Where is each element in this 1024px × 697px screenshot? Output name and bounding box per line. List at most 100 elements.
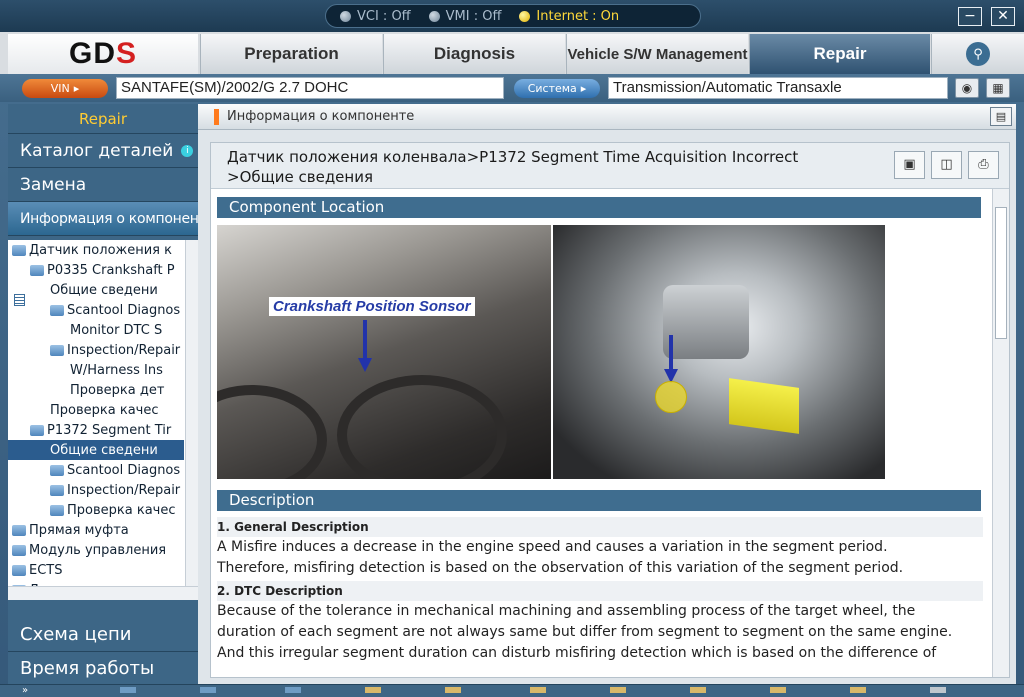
folder-icon xyxy=(30,264,44,276)
tree-item-label: P0335 Crankshaft P xyxy=(47,262,175,278)
section-description: Description xyxy=(217,490,981,511)
sidebar-item-label: Информация о компоненте xyxy=(20,210,215,227)
tree-item[interactable]: Monitor DTC S xyxy=(8,294,184,340)
vin-button[interactable]: VIN ▸ xyxy=(22,79,108,98)
folder-icon xyxy=(50,304,64,316)
gds-app-window: VCI : Off VMI : Off Internet : On − ✕ GD… xyxy=(0,0,1024,697)
tree-item[interactable]: Проверка качес xyxy=(8,294,184,420)
search-button[interactable]: ⚲ xyxy=(931,34,1024,74)
sidebar-bottom-menu: Схема цепи Время работы xyxy=(8,618,198,686)
toolbar-slot-icon[interactable] xyxy=(530,687,546,693)
system-field[interactable]: Transmission/Automatic Transaxle xyxy=(608,77,948,99)
tree-item-label: Общие сведени xyxy=(50,282,158,298)
document-body: Component Location Crankshaft Position S… xyxy=(217,197,989,675)
sidebar-item-label: Время работы xyxy=(20,658,155,679)
tree-horizontal-scrollbar[interactable] xyxy=(8,586,198,600)
tree-item-label: Проверка качес xyxy=(50,402,159,418)
bottom-toolbar: » xyxy=(0,684,1024,697)
folder-icon xyxy=(12,564,26,576)
toolbar-slot-icon[interactable] xyxy=(445,687,461,693)
close-button[interactable]: ✕ xyxy=(991,7,1015,26)
component-photos: Crankshaft Position Sonsor xyxy=(217,225,885,479)
tree-item[interactable]: Scantool Diagnos xyxy=(8,300,184,320)
scrollbar-thumb[interactable] xyxy=(995,207,1007,339)
collapse-panel-button[interactable]: ▤ xyxy=(990,107,1012,126)
folder-icon xyxy=(12,544,26,556)
sidebar-item-label: Каталог деталей xyxy=(20,140,174,161)
internet-status: Internet : On xyxy=(519,9,619,24)
tree-item[interactable]: P0335 Crankshaft P xyxy=(8,260,184,280)
toolbar-slot-icon[interactable] xyxy=(850,687,866,693)
sensor-closeup-photo: Crankshaft Position Sonsor xyxy=(217,225,551,479)
tree-item[interactable]: Inspection/Repair xyxy=(8,340,184,360)
general-description-text-2: Therefore, misfiring detection is based … xyxy=(217,560,904,576)
tree-item[interactable]: Scantool Diagnos xyxy=(8,460,184,480)
toolbar-slot-icon[interactable] xyxy=(770,687,786,693)
sidebar-item-component-info[interactable]: Информация о компоненте ▶ xyxy=(8,202,231,236)
toolbar-slot-icon[interactable] xyxy=(610,687,626,693)
arrow-right-icon: ▸ xyxy=(73,82,80,95)
tree-item-label: Scantool Diagnos xyxy=(67,462,181,478)
dtc-description-text-3: And this irregular segment duration can … xyxy=(217,645,937,661)
camera-icon[interactable]: ◉ xyxy=(955,78,979,98)
vmi-indicator-icon xyxy=(428,10,440,22)
tree-item[interactable]: W/Harness Ins xyxy=(8,294,184,380)
system-button[interactable]: Система ▸ xyxy=(514,79,600,98)
toolbar-slot-icon[interactable] xyxy=(365,687,381,693)
photo-hose xyxy=(217,385,327,479)
document-vertical-scrollbar[interactable] xyxy=(992,189,1009,677)
document-toolbar: ▣ ◫ ⎙ xyxy=(894,151,999,179)
breadcrumb: Датчик положения коленвала>P1372 Segment… xyxy=(211,143,1009,189)
minimize-button[interactable]: − xyxy=(958,7,982,26)
fit-window-icon[interactable]: ▣ xyxy=(894,151,925,179)
tree-item[interactable]: Модуль управления xyxy=(8,540,184,560)
sidebar-item-parts-catalog[interactable]: Каталог деталей i xyxy=(8,134,198,168)
tree-item[interactable]: ECTS xyxy=(8,560,184,580)
expand-icon[interactable]: » xyxy=(22,685,28,697)
toolbar-slot-icon[interactable] xyxy=(285,687,301,693)
tab-vehicle-sw-management[interactable]: Vehicle S/W Management xyxy=(566,34,748,74)
toolbar-slot-icon[interactable] xyxy=(120,687,136,693)
logo-suffix: S xyxy=(115,37,137,70)
folder-icon xyxy=(12,524,26,536)
photo-battery xyxy=(729,378,799,434)
breadcrumb-line-1: Датчик положения коленвала>P1372 Segment… xyxy=(227,148,799,166)
tree-item-selected[interactable]: Общие сведени xyxy=(8,294,184,460)
tab-repair[interactable]: Repair xyxy=(749,34,930,74)
sidebar: Repair Каталог деталей i Замена Информац… xyxy=(8,104,231,686)
header-marker-icon xyxy=(214,108,219,125)
tab-diagnosis[interactable]: Diagnosis xyxy=(383,34,565,74)
sidebar-item-replacement[interactable]: Замена xyxy=(8,168,198,202)
tree-item[interactable]: Датчик положения к xyxy=(8,240,184,260)
toolbar-slot-icon[interactable] xyxy=(200,687,216,693)
vmi-status-label: VMI : Off xyxy=(445,8,502,24)
tree-item[interactable]: Общие сведени xyxy=(8,280,184,306)
tree-vertical-scrollbar[interactable] xyxy=(185,240,198,586)
vehicle-info-bar: VIN ▸ SANTAFE(SM)/2002/G 2.7 DOHC Систем… xyxy=(0,74,1024,102)
arrow-down-icon xyxy=(358,358,372,372)
tree-item-label: Модуль управления xyxy=(29,542,167,558)
toolbar-slot-icon[interactable] xyxy=(690,687,706,693)
vehicle-field[interactable]: SANTAFE(SM)/2002/G 2.7 DOHC xyxy=(116,77,504,99)
tree-item[interactable]: P1372 Segment Tir xyxy=(8,420,184,440)
tree-item[interactable]: Inspection/Repair xyxy=(8,480,184,500)
tree-item[interactable]: Проверка качес xyxy=(8,500,184,520)
sidebar-item-labor-time[interactable]: Время работы xyxy=(8,652,198,686)
vmi-status: VMI : Off xyxy=(428,8,502,24)
connection-status-pill: VCI : Off VMI : Off Internet : On xyxy=(325,4,701,28)
layout-icon[interactable]: ▦ xyxy=(986,78,1010,98)
toolbar-slot-icon[interactable] xyxy=(930,687,946,693)
tree-item[interactable]: Прямая муфта xyxy=(8,520,184,540)
sidebar-item-circuit-diagram[interactable]: Схема цепи xyxy=(8,618,198,652)
sensor-callout-label: Crankshaft Position Sonsor xyxy=(269,297,475,316)
panel-header: Информация о компоненте ▤ xyxy=(198,104,1016,130)
folder-icon xyxy=(30,424,44,436)
logo-prefix: GD xyxy=(68,37,116,70)
system-button-label: Система xyxy=(527,82,577,95)
tab-preparation[interactable]: Preparation xyxy=(200,34,382,74)
component-tree: Датчик положения к P0335 Crankshaft P Об… xyxy=(8,240,198,600)
breadcrumb-line-2: >Общие сведения xyxy=(227,168,373,186)
print-icon[interactable]: ⎙ xyxy=(968,151,999,179)
compare-icon[interactable]: ◫ xyxy=(931,151,962,179)
tree-item[interactable]: Проверка дет xyxy=(8,294,184,400)
